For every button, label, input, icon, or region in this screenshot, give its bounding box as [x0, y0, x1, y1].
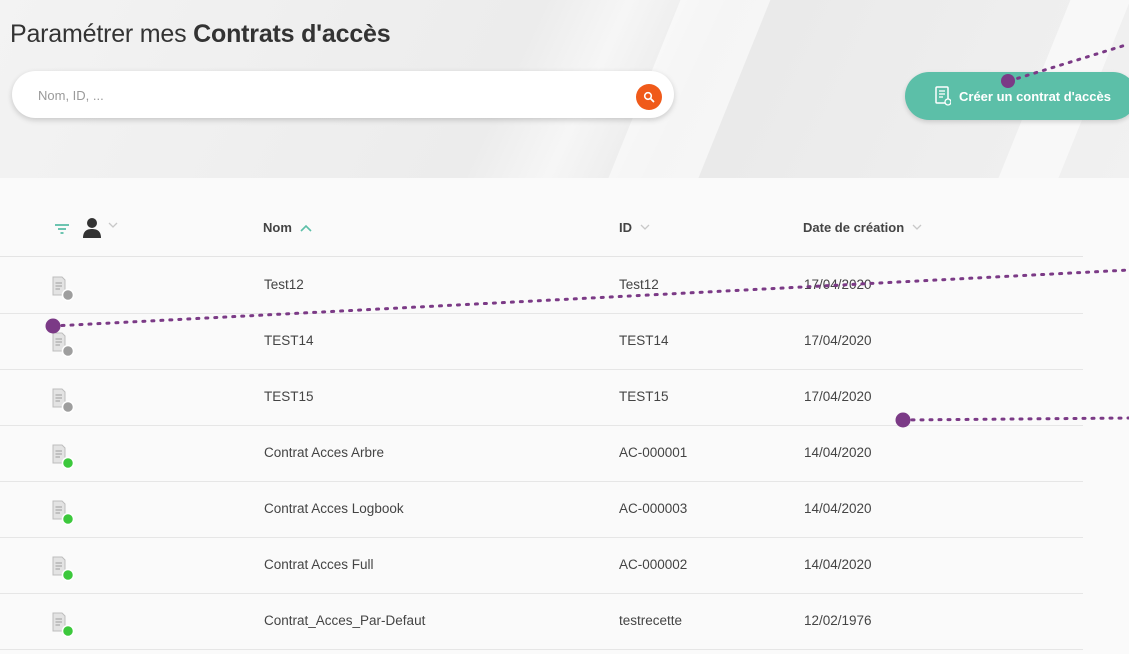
column-header-nom[interactable]: Nom: [263, 220, 312, 235]
table-row[interactable]: TEST14 TEST14 17/04/2020: [0, 313, 1083, 370]
row-name: Contrat Acces Logbook: [264, 501, 404, 516]
row-name: Test12: [264, 277, 304, 292]
create-contract-button[interactable]: Créer un contrat d'accès: [905, 72, 1129, 120]
user-icon[interactable]: [82, 217, 102, 239]
row-name: Contrat_Acces_Par-Defaut: [264, 613, 426, 628]
column-header-id[interactable]: ID: [619, 220, 650, 235]
row-date: 14/04/2020: [804, 557, 872, 572]
row-id: TEST15: [619, 389, 669, 404]
table-row[interactable]: Contrat Acces Arbre AC-000001 14/04/2020: [0, 425, 1083, 482]
table-row[interactable]: Test12 Test12 17/04/2020: [0, 257, 1083, 314]
chevron-up-icon: [300, 224, 312, 232]
document-add-icon: [935, 86, 951, 106]
filter-icon[interactable]: [55, 224, 69, 234]
document-icon: [51, 444, 75, 470]
create-contract-label: Créer un contrat d'accès: [959, 88, 1111, 104]
row-date: 17/04/2020: [804, 389, 872, 404]
column-header-date[interactable]: Date de création: [803, 220, 922, 235]
document-icon: [51, 500, 75, 526]
row-id: AC-000002: [619, 557, 688, 572]
row-date: 17/04/2020: [804, 277, 872, 292]
search-input[interactable]: [36, 83, 620, 107]
row-name: Contrat Acces Arbre: [264, 445, 385, 460]
table-row[interactable]: Contrat Acces Full AC-000002 14/04/2020: [0, 537, 1083, 594]
chevron-down-icon: [912, 224, 922, 231]
row-date: 17/04/2020: [804, 333, 872, 348]
table-row[interactable]: TEST15 TEST15 17/04/2020: [0, 369, 1083, 426]
chevron-down-icon[interactable]: [108, 222, 118, 229]
row-id: AC-000001: [619, 445, 688, 460]
search-icon: [643, 91, 655, 103]
table-row[interactable]: Contrat_Acces_Par-Defaut testrecette 12/…: [0, 593, 1083, 650]
document-icon: [51, 276, 75, 302]
search-button[interactable]: [636, 84, 662, 110]
row-id: testrecette: [619, 613, 683, 628]
row-id: AC-000003: [619, 501, 688, 516]
page-header: Paramétrer mes Contrats d'accès Créer un…: [0, 0, 1129, 178]
row-date: 14/04/2020: [804, 501, 872, 516]
table-row[interactable]: Contrat Acces Logbook AC-000003 14/04/20…: [0, 481, 1083, 538]
page-title: Paramétrer mes Contrats d'accès: [10, 20, 391, 48]
row-name: Contrat Acces Full: [264, 557, 374, 572]
table-header: Nom ID Date de création: [0, 200, 1083, 257]
document-icon: [51, 388, 75, 414]
document-icon: [51, 612, 75, 638]
row-date: 14/04/2020: [804, 445, 872, 460]
chevron-down-icon: [640, 224, 650, 231]
document-icon: [51, 556, 75, 582]
row-id: Test12: [619, 277, 659, 292]
row-id: TEST14: [619, 333, 669, 348]
search-bar[interactable]: [12, 71, 674, 118]
row-date: 12/02/1976: [804, 613, 872, 628]
document-icon: [51, 332, 75, 358]
row-name: TEST14: [264, 333, 314, 348]
row-name: TEST15: [264, 389, 314, 404]
